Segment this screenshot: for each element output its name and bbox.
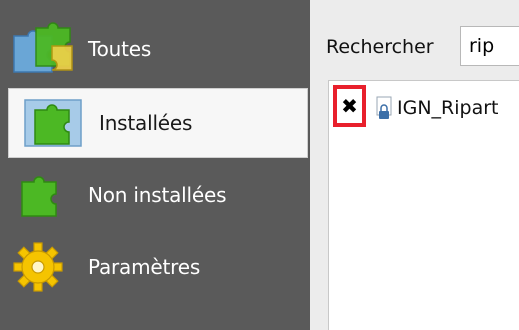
plugin-checkbox[interactable]: ✖ <box>333 85 366 127</box>
sidebar-item-label: Non installées <box>88 183 227 207</box>
puzzle-not-installed-icon <box>8 168 78 222</box>
sidebar-item-label: Toutes <box>88 37 152 61</box>
search-input[interactable] <box>460 26 519 66</box>
search-label: Rechercher <box>326 36 434 58</box>
sidebar-item-label: Paramètres <box>88 255 201 279</box>
puzzle-multi-icon <box>8 22 78 76</box>
sidebar-item-label: Installées <box>99 111 193 135</box>
plugin-name: IGN_Ripart <box>397 97 499 119</box>
sidebar-item-toutes[interactable]: Toutes <box>8 14 308 84</box>
sidebar: Toutes Installées Non installées Paramèt… <box>0 0 310 330</box>
sidebar-item-parametres[interactable]: Paramètres <box>8 232 308 302</box>
main-panel: Rechercher ✖ IGN_Ripart <box>310 0 519 330</box>
list-item[interactable]: ✖ IGN_Ripart <box>329 81 519 137</box>
sidebar-item-installees[interactable]: Installées <box>8 88 308 158</box>
puzzle-installed-icon <box>21 96 85 150</box>
gear-icon <box>8 240 78 294</box>
close-icon: ✖ <box>341 94 358 118</box>
sidebar-item-non-installees[interactable]: Non installées <box>8 160 308 230</box>
plugin-list: ✖ IGN_Ripart <box>328 80 519 330</box>
plugin-lock-icon <box>375 95 393 121</box>
